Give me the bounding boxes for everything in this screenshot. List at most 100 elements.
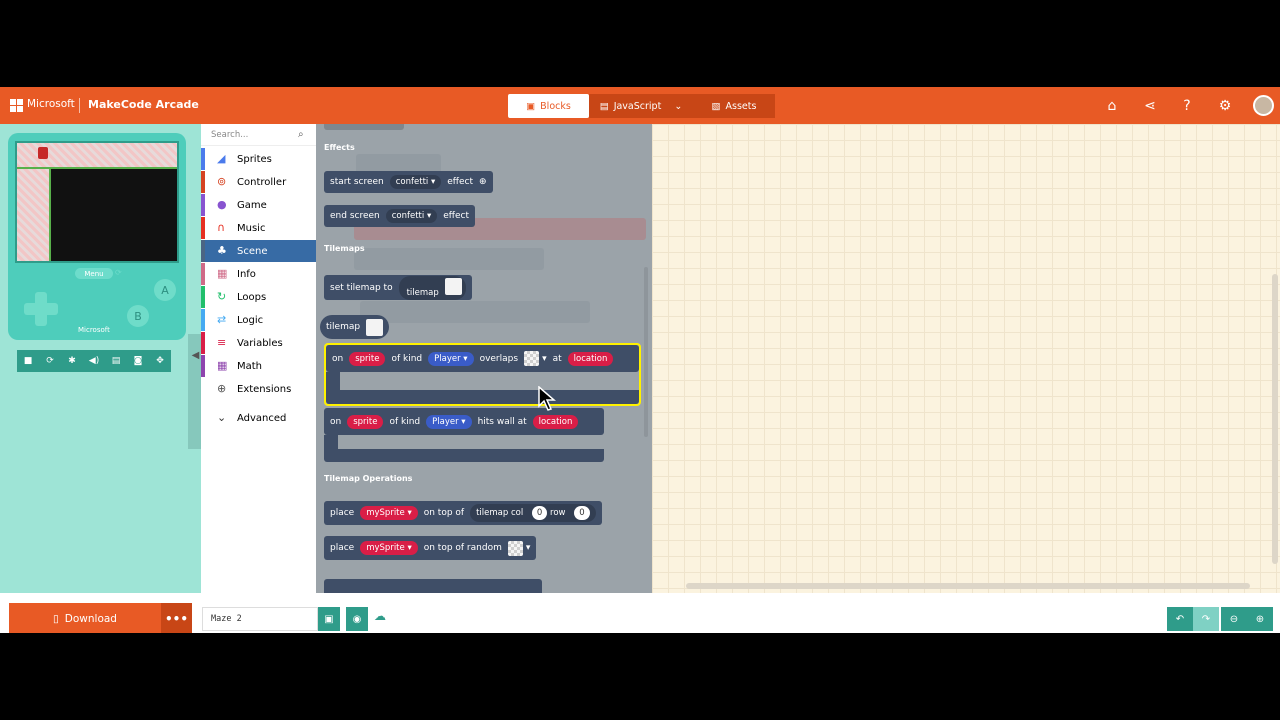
tile-picker[interactable] [524,351,540,366]
sound-icon[interactable]: ◀) [83,350,105,372]
col-input[interactable]: 0 [531,506,548,520]
workspace-horizontal-scrollbar[interactable] [686,583,1250,589]
search-input[interactable]: Search... [211,130,248,140]
undo-icon[interactable]: ↶ [1167,607,1193,631]
debug-icon[interactable]: ✱ [61,350,83,372]
kind-dropdown[interactable]: Player ▾ [426,414,472,429]
block-text: tilemap col [476,508,524,518]
toolbox-search[interactable]: Search... ⌕ [201,124,316,146]
block-end-screen-effect[interactable]: end screen confetti ▾ effect [324,205,475,227]
search-icon[interactable]: ⌕ [298,129,304,140]
category-logic[interactable]: ⇄ Logic [201,309,316,331]
download-more-button[interactable]: ••• [161,603,192,633]
zoom-in-icon[interactable]: ⊕ [1247,607,1273,631]
section-tilemaps: Tilemaps [324,244,365,253]
save-icon[interactable]: ▣ [318,607,340,631]
gear-icon[interactable]: ⚙ [1216,97,1234,115]
plus-circle-icon[interactable]: ⊕ [479,177,487,187]
redo-icon[interactable]: ↷ [1193,607,1219,631]
chevron-down-icon[interactable]: ⌄ [674,101,682,112]
effect-dropdown[interactable]: confetti ▾ [385,209,438,223]
block-text: set tilemap to [330,282,393,293]
screenshot-icon[interactable]: ◙ [127,350,149,372]
category-scene[interactable]: ♣ Scene [201,240,316,262]
block-set-tilemap[interactable]: set tilemap to tilemap [324,275,472,300]
row-input[interactable]: 0 [574,506,590,520]
keyboard-icon[interactable]: ▤ [105,350,127,372]
chevron-down-icon[interactable]: ▾ [542,354,547,364]
dropdown-value: Player [432,416,459,427]
sprite-parameter[interactable]: sprite [347,414,384,429]
tilemap-swatch[interactable] [366,318,384,336]
cloud-icon[interactable]: ☁ [374,609,386,623]
category-variables[interactable]: ≡ Variables [201,332,316,354]
block-tilemap-reporter[interactable]: tilemap [320,315,390,339]
app-title[interactable]: MakeCode Arcade [88,98,199,111]
tilemap-swatch[interactable] [444,277,462,295]
restart-small-icon[interactable]: ⟳ [115,268,122,277]
category-advanced[interactable]: ⌄ Advanced [201,407,316,429]
download-button[interactable]: ▯ Download [9,603,161,633]
kind-dropdown[interactable]: Player ▾ [428,351,474,366]
block-place-on-random[interactable]: place mySprite ▾ on top of random ▾ [324,536,537,560]
blocks-workspace[interactable] [652,124,1280,593]
tilemap-col-reporter[interactable]: tilemap col 0 row 0 [470,504,596,522]
restart-icon[interactable]: ⟳ [39,350,61,372]
tab-blocks[interactable]: ▣ Blocks [508,94,589,118]
category-label: Scene [237,245,268,257]
stop-icon[interactable]: ■ [17,350,39,372]
ghost-block [354,248,544,270]
block-on-hits-wall[interactable]: on sprite of kind Player ▾ hits wall at … [324,408,604,435]
flyout-scrollbar[interactable] [644,267,648,437]
category-label: Advanced [237,412,287,424]
block-text: effect [447,177,473,187]
avatar[interactable] [1253,95,1274,116]
microsoft-brand[interactable]: Microsoft [27,98,75,110]
block-text: hits wall at [477,416,527,427]
a-button[interactable]: A [154,279,176,301]
tab-assets[interactable]: ▧ Assets [693,94,775,118]
block-start-screen-effect[interactable]: start screen confetti ▾ effect ⊕ [324,171,493,193]
category-extensions[interactable]: ⊕ Extensions [201,378,316,400]
cutoff-block [324,124,404,130]
collapse-simulator-icon[interactable]: ◀ [190,345,201,365]
zoom-out-icon[interactable]: ⊖ [1221,607,1247,631]
sprite-dropdown[interactable]: mySprite ▾ [360,541,418,555]
headphones-icon: ∩ [217,221,226,234]
download-label: Download [64,612,117,625]
category-info[interactable]: ▦ Info [201,263,316,285]
workspace-vertical-scrollbar[interactable] [1272,274,1278,564]
block-text: overlaps [479,353,519,364]
category-sprites[interactable]: ◢ Sprites [201,148,316,170]
menu-button[interactable]: Menu [75,268,113,279]
category-controller[interactable]: ⊚ Controller [201,171,316,193]
tilemap-reporter[interactable]: tilemap [398,275,466,300]
tile-picker[interactable] [507,540,523,556]
block-flyout: Effects start screen confetti ▾ effect ⊕… [316,124,652,593]
block-text: place [330,508,355,518]
sprite-dropdown[interactable]: mySprite ▾ [360,506,418,520]
project-name-input[interactable]: Maze 2 [202,607,318,631]
category-game[interactable]: ● Game [201,194,316,216]
dpad-vertical[interactable] [35,292,47,326]
block-on-overlaps-location[interactable]: on sprite of kind Player ▾ overlaps ▾ at… [326,345,639,372]
category-loops[interactable]: ↻ Loops [201,286,316,308]
sprite-parameter[interactable]: sprite [349,351,386,366]
b-button[interactable]: B [127,305,149,327]
fullscreen-icon[interactable]: ✥ [149,350,171,372]
github-icon[interactable]: ◉ [346,607,368,631]
share-icon[interactable]: ⋖ [1141,97,1159,115]
location-parameter[interactable]: location [567,351,614,366]
tab-javascript[interactable]: ▤ JavaScript ⌄ [589,94,693,118]
category-math[interactable]: ▦ Math [201,355,316,377]
help-icon[interactable]: ? [1178,97,1196,115]
home-icon[interactable]: ⌂ [1103,97,1121,115]
effect-dropdown[interactable]: confetti ▾ [389,175,442,189]
block-place-on-tilemap-col-row[interactable]: place mySprite ▾ on top of tilemap col 0… [324,501,602,525]
location-parameter[interactable]: location [532,414,579,429]
game-screen[interactable] [15,141,179,263]
tilemap-wall-left [17,169,51,261]
category-music[interactable]: ∩ Music [201,217,316,239]
game-icon: ● [217,198,227,211]
chevron-down-icon[interactable]: ▾ [526,543,531,553]
